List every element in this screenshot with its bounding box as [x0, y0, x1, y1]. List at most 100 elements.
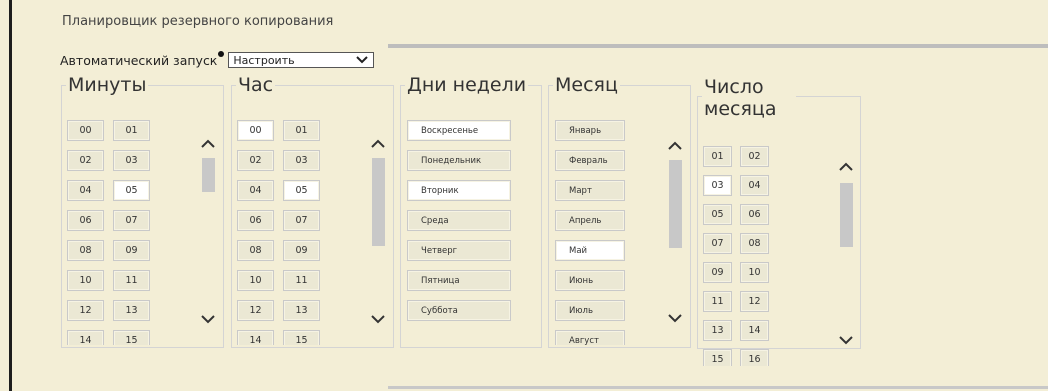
months-option[interactable]: Август	[555, 330, 625, 345]
monthdays-scroll-thumb[interactable]	[840, 183, 853, 247]
auto-start-label: Автоматический запуск	[60, 52, 218, 68]
minutes-option[interactable]: 13	[113, 300, 150, 321]
chevron-down-icon[interactable]	[667, 308, 683, 328]
chevron-up-icon[interactable]	[838, 157, 854, 177]
months-legend: Месяц	[553, 74, 620, 96]
weekdays-option[interactable]: Четверг	[407, 240, 511, 261]
hours-panel: Час 00 01 02 03 04 05 06 07 08 09 10 11 12 13 14 15	[231, 74, 394, 348]
hours-option[interactable]: 03	[283, 150, 320, 171]
monthdays-list: 01 02 03 04 05 06 07 08 09 10 11 12 13 14 15 16	[703, 146, 803, 366]
hours-option[interactable]: 13	[283, 300, 320, 321]
monthdays-option[interactable]: 15	[703, 349, 732, 366]
weekdays-option[interactable]: Пятница	[407, 270, 511, 291]
minutes-option[interactable]: 05	[113, 180, 150, 201]
months-option[interactable]: Май	[555, 240, 625, 261]
chevron-down-icon[interactable]	[838, 330, 854, 350]
months-scrollbar[interactable]	[667, 136, 683, 326]
hours-option[interactable]: 11	[283, 270, 320, 291]
weekdays-legend: Дни недели	[405, 74, 529, 96]
monthdays-option[interactable]: 16	[740, 349, 769, 366]
hours-option[interactable]: 12	[237, 300, 274, 321]
hours-option[interactable]: 10	[237, 270, 274, 291]
minutes-option[interactable]: 08	[67, 240, 104, 261]
hours-option[interactable]: 14	[237, 330, 274, 345]
hours-option[interactable]: 15	[283, 330, 320, 345]
minutes-scrollbar[interactable]	[200, 134, 216, 329]
minutes-option[interactable]: 09	[113, 240, 150, 261]
chevron-down-icon[interactable]	[200, 309, 216, 329]
months-option[interactable]: Март	[555, 180, 625, 201]
minutes-scroll-thumb[interactable]	[202, 158, 215, 192]
auto-start-select-value: Настроить	[233, 54, 295, 67]
hours-option[interactable]: 06	[237, 210, 274, 231]
minutes-option[interactable]: 01	[113, 120, 150, 141]
monthdays-option[interactable]: 12	[740, 291, 769, 312]
weekdays-option[interactable]: Суббота	[407, 300, 511, 321]
monthdays-legend: Число месяца	[702, 76, 796, 120]
weekdays-panel: Дни недели Воскресенье Понедельник Вторник…	[400, 74, 542, 348]
monthdays-option[interactable]: 05	[703, 204, 732, 225]
months-option[interactable]: Июнь	[555, 270, 625, 291]
monthdays-option[interactable]: 08	[740, 233, 769, 254]
minutes-option[interactable]: 03	[113, 150, 150, 171]
months-scroll-thumb[interactable]	[669, 160, 682, 248]
hours-option[interactable]: 02	[237, 150, 274, 171]
weekdays-option[interactable]: Среда	[407, 210, 511, 231]
hours-option[interactable]: 00	[237, 120, 274, 141]
monthdays-option[interactable]: 09	[703, 262, 732, 283]
months-option[interactable]: Июль	[555, 300, 625, 321]
hours-option[interactable]: 09	[283, 240, 320, 261]
monthdays-option[interactable]: 03	[703, 175, 732, 196]
minutes-option[interactable]: 04	[67, 180, 104, 201]
months-option[interactable]: Апрель	[555, 210, 625, 231]
help-dot-icon[interactable]	[218, 51, 225, 57]
minutes-option[interactable]: 12	[67, 300, 104, 321]
divider-top	[388, 44, 1048, 48]
hours-scroll-thumb[interactable]	[372, 158, 385, 246]
hours-option[interactable]: 07	[283, 210, 320, 231]
minutes-option[interactable]: 15	[113, 330, 150, 345]
weekdays-option[interactable]: Воскресенье	[407, 120, 511, 141]
hours-option[interactable]: 01	[283, 120, 320, 141]
months-list: Январь Февраль Март Апрель Май Июнь Июль Август	[555, 120, 660, 345]
monthdays-option[interactable]: 04	[740, 175, 769, 196]
chevron-down-icon[interactable]	[370, 309, 386, 329]
minutes-legend: Минуты	[66, 74, 149, 96]
hours-legend: Час	[236, 74, 276, 96]
minutes-option[interactable]: 00	[67, 120, 104, 141]
hours-option[interactable]: 04	[237, 180, 274, 201]
months-option[interactable]: Январь	[555, 120, 625, 141]
chevron-up-icon[interactable]	[370, 134, 386, 154]
monthdays-option[interactable]: 07	[703, 233, 732, 254]
monthdays-option[interactable]: 06	[740, 204, 769, 225]
hours-list: 00 01 02 03 04 05 06 07 08 09 10 11 12 13 14 15	[237, 120, 367, 345]
monthdays-option[interactable]: 10	[740, 262, 769, 283]
chevron-up-icon[interactable]	[200, 134, 216, 154]
monthdays-scrollbar[interactable]	[838, 157, 854, 347]
weekdays-option[interactable]: Вторник	[407, 180, 511, 201]
window-left-border	[9, 0, 12, 391]
minutes-option[interactable]: 10	[67, 270, 104, 291]
hours-option[interactable]: 05	[283, 180, 320, 201]
minutes-option[interactable]: 07	[113, 210, 150, 231]
monthdays-option[interactable]: 11	[703, 291, 732, 312]
auto-start-row: Автоматический запуск Настроить	[60, 51, 375, 70]
monthdays-option[interactable]: 02	[740, 146, 769, 167]
minutes-option[interactable]: 14	[67, 330, 104, 345]
monthdays-option[interactable]: 14	[740, 320, 769, 341]
hours-option[interactable]: 08	[237, 240, 274, 261]
minutes-list: 00 01 02 03 04 05 06 07 08 09 10 11 12 13 14 15	[67, 120, 197, 345]
minutes-option[interactable]: 06	[67, 210, 104, 231]
monthdays-option[interactable]: 13	[703, 320, 732, 341]
months-option[interactable]: Февраль	[555, 150, 625, 171]
monthdays-option[interactable]: 01	[703, 146, 732, 167]
page-title: Планировщик резервного копирования	[62, 14, 334, 29]
hours-scrollbar[interactable]	[370, 134, 386, 329]
weekdays-option[interactable]: Понедельник	[407, 150, 511, 171]
auto-start-select[interactable]: Настроить	[228, 52, 375, 70]
minutes-option[interactable]: 02	[67, 150, 104, 171]
months-panel: Месяц Январь Февраль Март Апрель Май Июнь Июль…	[548, 74, 691, 348]
chevron-up-icon[interactable]	[667, 136, 683, 156]
chevron-down-icon	[356, 54, 369, 70]
minutes-option[interactable]: 11	[113, 270, 150, 291]
